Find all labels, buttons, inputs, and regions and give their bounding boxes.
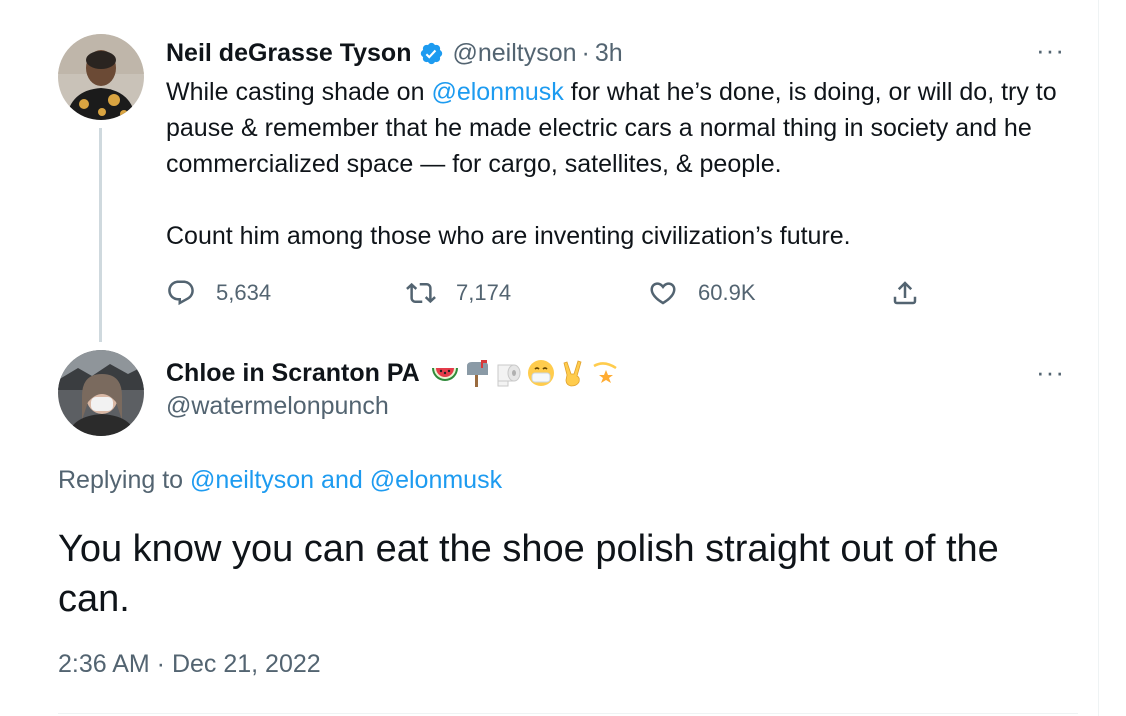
tweet-time[interactable]: 3h: [595, 39, 623, 68]
victory-hand-icon: [563, 360, 582, 387]
share-icon: [893, 281, 917, 305]
reply-button[interactable]: 5,634: [166, 276, 271, 310]
toilet-paper-icon: [497, 364, 521, 387]
tweet-paragraph-2: Count him among those who are inventing …: [166, 222, 851, 250]
author-row: Neil deGrasse Tyson @neiltyson · 3h: [166, 36, 623, 70]
column-border: [1098, 0, 1099, 716]
name-emojis: [430, 358, 620, 388]
mailbox-icon: [466, 360, 488, 387]
replying-mention-neiltyson[interactable]: @neiltyson: [190, 466, 314, 494]
share-button[interactable]: [890, 276, 940, 310]
face-with-mask-icon: [527, 360, 554, 386]
like-count: 60.9K: [698, 280, 756, 305]
dizzy-star-icon: [593, 362, 617, 383]
tweet-actions: 5,634 7,174 60.9K: [166, 276, 946, 310]
watermelon-emoji-icon: [431, 368, 458, 381]
divider: [58, 713, 1078, 714]
author-name[interactable]: Neil deGrasse Tyson: [166, 39, 411, 68]
reply-count: 5,634: [216, 280, 272, 305]
reply-author-name[interactable]: Chloe in Scranton PA: [166, 359, 420, 388]
reply-icon: [168, 280, 194, 306]
thread-connector-line: [99, 128, 102, 342]
tweet-paragraph-1: While casting shade on @elonmusk for wha…: [166, 78, 1057, 178]
tweet-body: While casting shade on @elonmusk for wha…: [166, 74, 1086, 254]
separator-dot: ·: [581, 38, 590, 67]
avatar-photo-icon: [58, 350, 144, 436]
reply-author-row: Chloe in Scranton PA: [166, 356, 620, 390]
heart-icon: [650, 282, 676, 305]
author-handle[interactable]: @neiltyson: [452, 39, 576, 68]
replying-to: Replying to @neiltyson and @elonmusk: [58, 466, 503, 494]
retweet-button[interactable]: 7,174: [406, 276, 511, 310]
verified-badge-icon: [421, 42, 443, 64]
replying-mention-elonmusk[interactable]: @elonmusk: [370, 466, 502, 494]
reply-tweet-body: You know you can eat the shoe polish str…: [58, 528, 999, 620]
mention-link[interactable]: @elonmusk: [431, 78, 563, 106]
more-options-icon[interactable]: ···: [1036, 37, 1065, 63]
reply-author-handle[interactable]: @watermelonpunch: [166, 392, 389, 421]
retweet-icon: [406, 282, 436, 304]
like-button[interactable]: 60.9K: [648, 276, 756, 310]
tweet-timestamp[interactable]: 2:36 AM · Dec 21, 2022: [58, 650, 321, 679]
avatar-neiltyson[interactable]: [58, 34, 144, 120]
avatar-watermelonpunch[interactable]: [58, 350, 144, 436]
avatar-photo-icon: [58, 34, 144, 120]
retweet-count: 7,174: [456, 280, 512, 305]
more-options-icon[interactable]: ···: [1036, 359, 1065, 385]
